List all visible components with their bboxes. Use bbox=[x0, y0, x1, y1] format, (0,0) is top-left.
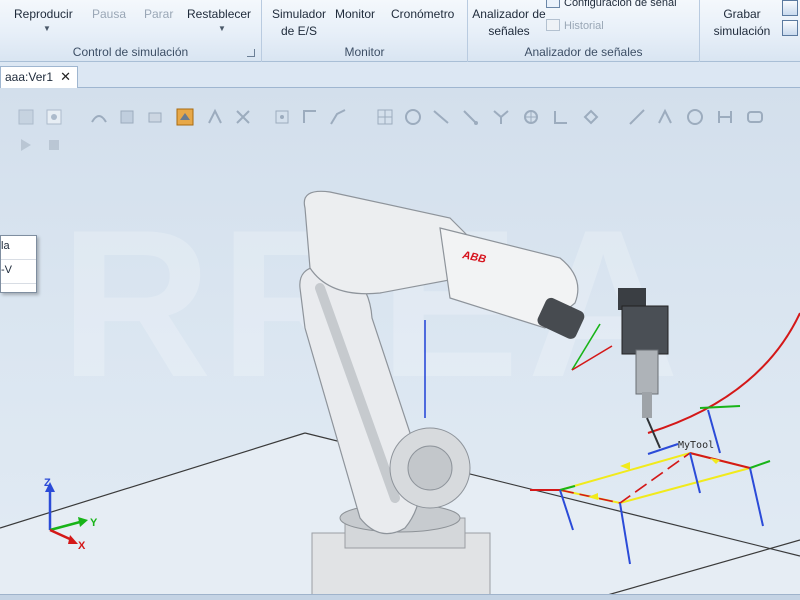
axis-z-label: Z bbox=[44, 477, 51, 489]
reset-dropdown-arrow-icon[interactable]: ▼ bbox=[218, 24, 226, 33]
record-view-icon[interactable] bbox=[782, 20, 798, 36]
stop-button-label: Parar bbox=[144, 7, 174, 21]
ribbon-group-simulation-control: Reproducir ▼ Pausa Parar Restablecer ▼ C… bbox=[0, 0, 262, 62]
stop-button[interactable]: Parar bbox=[144, 6, 173, 22]
record-simulation-label: Grabar simulación bbox=[713, 7, 771, 38]
play-dropdown-arrow-icon[interactable]: ▼ bbox=[43, 24, 51, 33]
stopwatch-button[interactable]: Cronómetro bbox=[391, 6, 454, 22]
dialog-launcher-icon[interactable] bbox=[247, 49, 255, 57]
document-tab-strip: aaa:Ver1 ✕ bbox=[0, 62, 800, 88]
axis-y-label: Y bbox=[90, 517, 98, 529]
tool-frame-label: MyTool bbox=[678, 440, 714, 451]
record-simulation-button[interactable]: Grabar simulación bbox=[708, 6, 776, 40]
io-simulator-button[interactable]: Simulador de E/S bbox=[267, 6, 331, 40]
play-button[interactable]: Reproducir bbox=[14, 6, 73, 22]
record-settings-icon[interactable] bbox=[782, 0, 798, 16]
history-button[interactable]: Historial bbox=[546, 19, 604, 35]
pause-button[interactable]: Pausa bbox=[92, 6, 126, 22]
monitor-button[interactable]: Monitor bbox=[335, 6, 375, 22]
history-icon bbox=[546, 19, 560, 31]
viewport-bottom-border bbox=[0, 594, 800, 600]
ribbon: Reproducir ▼ Pausa Parar Restablecer ▼ C… bbox=[0, 0, 800, 62]
robot-station-scene: ABB MyTool Z Y X bbox=[0, 190, 800, 600]
ribbon-group-monitor: Simulador de E/S Monitor Cronómetro Moni… bbox=[262, 0, 468, 62]
path-curve bbox=[647, 312, 800, 434]
3d-viewport[interactable]: RREA la -V ABB MyTool Z Y X bbox=[0, 88, 800, 600]
group-title-signal-analyzer: Analizador de señales bbox=[524, 45, 643, 59]
group-title-simulation-control: Control de simulación bbox=[72, 45, 189, 59]
stopwatch-button-label: Cronómetro bbox=[391, 7, 455, 21]
tab-label: aaa:Ver1 bbox=[5, 70, 54, 84]
signal-config-icon bbox=[546, 0, 560, 8]
signal-analyzer-label: Analizador de señales bbox=[472, 7, 546, 38]
reset-button[interactable]: Restablecer bbox=[187, 6, 251, 22]
close-icon[interactable]: ✕ bbox=[60, 69, 71, 85]
signal-config-label: Configuración de señal bbox=[564, 0, 677, 9]
signal-analyzer-button[interactable]: Analizador de señales bbox=[472, 6, 546, 40]
signal-config-button[interactable]: Configuración de señal bbox=[546, 0, 677, 12]
monitor-button-label: Monitor bbox=[335, 7, 376, 21]
tab-aaa-ver1[interactable]: aaa:Ver1 ✕ bbox=[0, 66, 78, 88]
pause-button-label: Pausa bbox=[92, 7, 127, 21]
group-title-monitor: Monitor bbox=[344, 45, 385, 59]
history-label: Historial bbox=[564, 20, 604, 32]
robot-tool bbox=[618, 288, 669, 449]
ribbon-group-recording: Grabar simulación bbox=[700, 0, 800, 62]
play-button-label: Reproducir bbox=[14, 7, 73, 21]
io-simulator-label: Simulador de E/S bbox=[271, 7, 327, 38]
axis-x-label: X bbox=[78, 540, 86, 552]
reset-button-label: Restablecer bbox=[187, 7, 252, 21]
